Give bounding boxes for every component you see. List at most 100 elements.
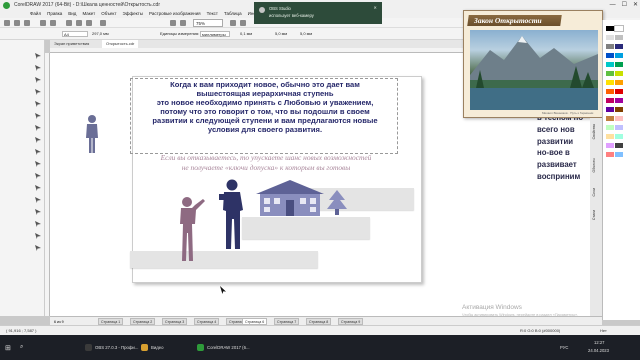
menu-effects[interactable]: Эффекты — [123, 10, 143, 18]
color-swatch[interactable] — [606, 125, 614, 130]
color-swatch[interactable] — [615, 134, 623, 139]
color-swatch[interactable] — [606, 53, 614, 58]
page-tab-4[interactable]: Страница 4 — [194, 318, 220, 325]
minimize-button[interactable]: — — [610, 0, 616, 10]
page-tab-8[interactable]: Страница 8 — [306, 318, 332, 325]
house-illustration[interactable] — [254, 178, 326, 218]
color-swatch[interactable] — [606, 80, 614, 85]
thumbnail-preview-popup[interactable]: Закон Открытости Михаил Вишняков · Путь … — [463, 10, 603, 118]
taskbar-app-coreldraw[interactable]: CorelDRAW 2017 (6... — [196, 340, 250, 355]
obs-webcam-notification[interactable]: OBS Studio использует веб-камеру ✕ — [254, 2, 382, 24]
settings-icon[interactable] — [240, 20, 246, 26]
tab-document[interactable]: Открытость.cdr — [102, 40, 139, 48]
freehand-tool-icon[interactable] — [34, 100, 42, 108]
search-icon[interactable]: ⌕ — [20, 344, 23, 351]
maximize-button[interactable]: ☐ — [622, 0, 627, 10]
color-swatch[interactable] — [606, 98, 614, 103]
windows-start-icon[interactable]: ⊞ — [5, 344, 11, 352]
color-swatch[interactable] — [615, 89, 623, 94]
color-swatch[interactable] — [615, 125, 623, 130]
stair-step-low[interactable] — [130, 251, 318, 268]
search-icon[interactable] — [66, 20, 72, 26]
clock-date[interactable]: 24.04.2023 — [588, 348, 609, 353]
menu-layout[interactable]: Макет — [82, 10, 95, 18]
color-swatch[interactable] — [606, 134, 614, 139]
color-swatch[interactable] — [615, 98, 623, 103]
parallel-dimension-tool-icon[interactable] — [34, 172, 42, 180]
tree-illustration[interactable] — [326, 190, 348, 218]
taskbar-app-video[interactable]: Видео — [140, 340, 164, 355]
zoom-icon[interactable] — [170, 20, 176, 26]
color-swatch[interactable] — [606, 71, 614, 76]
docker-tab-objects[interactable]: Объекты — [592, 158, 596, 172]
nudge-value[interactable]: 0,1 мм — [240, 31, 252, 37]
smart-fill-tool-icon[interactable] — [34, 244, 42, 252]
man-silhouette[interactable] — [218, 178, 248, 252]
color-swatch[interactable] — [606, 152, 614, 157]
page-tab-7[interactable]: Страница 7 — [274, 318, 300, 325]
artistic-media-tool-icon[interactable] — [34, 112, 42, 120]
docker-tab-layers[interactable]: Слои — [592, 188, 596, 197]
page-tab-3[interactable]: Страница 3 — [162, 318, 188, 325]
polygon-tool-icon[interactable] — [34, 148, 42, 156]
color-swatch[interactable] — [606, 44, 614, 49]
docker-tab-properties[interactable]: Свойства — [592, 124, 596, 139]
menu-edit[interactable]: Правка — [47, 10, 62, 18]
page-tab-2[interactable]: Страница 2 — [130, 318, 156, 325]
color-swatch[interactable] — [615, 62, 623, 67]
woman-silhouette[interactable] — [175, 195, 207, 263]
width-value[interactable]: 297,0 мм — [92, 31, 109, 37]
tab-welcome-screen[interactable]: Экран приветствия — [50, 40, 93, 48]
menu-table[interactable]: Таблица — [224, 10, 242, 18]
undo-icon[interactable] — [40, 20, 46, 26]
color-eyedropper-tool-icon[interactable] — [34, 220, 42, 228]
export-icon[interactable] — [86, 20, 92, 26]
pick-tool-icon[interactable] — [34, 52, 42, 60]
keyboard-language[interactable]: РУС — [560, 345, 568, 350]
transparency-tool-icon[interactable] — [34, 208, 42, 216]
stair-step-middle[interactable] — [242, 217, 370, 239]
units-select[interactable]: миллиметры — [200, 31, 230, 37]
color-swatch[interactable] — [615, 80, 623, 85]
menu-view[interactable]: Вид — [68, 10, 76, 18]
snap-to-icon[interactable] — [230, 20, 236, 26]
zoom-tool-icon[interactable] — [34, 88, 42, 96]
docker-tab-styles[interactable]: Стили — [592, 210, 596, 220]
ellipse-tool-icon[interactable] — [34, 136, 42, 144]
color-swatch[interactable] — [606, 35, 614, 40]
color-swatch[interactable] — [615, 152, 623, 157]
shape-tool-icon[interactable] — [34, 64, 42, 72]
italic-paragraph-text[interactable]: Если вы отказываетесь, то упускаете шанс… — [136, 153, 396, 173]
color-swatch[interactable] — [606, 62, 614, 67]
import-icon[interactable] — [76, 20, 82, 26]
text-tool-icon[interactable] — [34, 160, 42, 168]
page-tab-9[interactable]: Страница 9 — [338, 318, 364, 325]
color-swatch[interactable] — [615, 44, 623, 49]
zoom-level-select[interactable]: 75% — [193, 19, 223, 27]
rectangle-tool-icon[interactable] — [34, 124, 42, 132]
full-screen-icon[interactable] — [180, 20, 186, 26]
publish-pdf-icon[interactable] — [100, 20, 106, 26]
taskbar-app-obs[interactable]: OBS 27.0.3 - Профи... — [84, 340, 138, 355]
color-swatch[interactable] — [606, 107, 614, 112]
open-icon[interactable] — [14, 20, 20, 26]
color-swatch[interactable] — [615, 35, 623, 40]
color-swatch[interactable] — [615, 107, 623, 112]
color-swatch[interactable] — [614, 25, 624, 32]
color-swatch[interactable] — [615, 53, 623, 58]
menu-object[interactable]: Объект — [101, 10, 116, 18]
main-paragraph-text[interactable]: Когда к вам приходит новое, обычно это д… — [134, 80, 396, 135]
menu-file[interactable]: Файл — [30, 10, 41, 18]
clock-time[interactable]: 12:27 — [594, 340, 604, 345]
new-document-icon[interactable] — [4, 20, 10, 26]
color-swatch[interactable] — [606, 143, 614, 148]
connector-tool-icon[interactable] — [34, 184, 42, 192]
color-swatch[interactable] — [606, 89, 614, 94]
color-swatch[interactable] — [615, 143, 623, 148]
color-swatch[interactable] — [615, 71, 623, 76]
menu-bitmaps[interactable]: Растровые изображения — [149, 10, 201, 18]
duplicate-distance-y[interactable]: 5,0 мм — [300, 31, 312, 37]
color-swatch[interactable] — [606, 116, 614, 121]
save-icon[interactable] — [24, 20, 30, 26]
page-tab-1[interactable]: Страница 1 — [98, 318, 124, 325]
